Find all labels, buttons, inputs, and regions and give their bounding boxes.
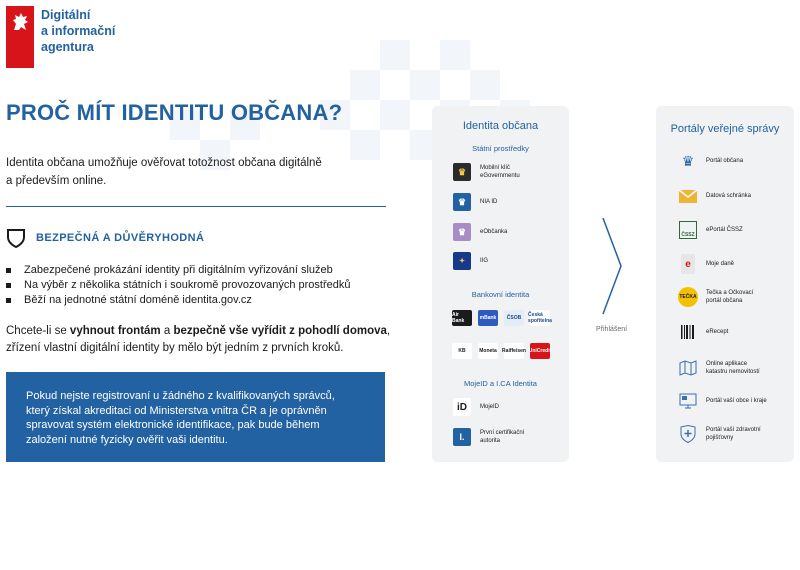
list-item: Na výběr z několika státních i soukromě …	[6, 278, 396, 293]
bank-logo-ceska-sporitelna[interactable]: Česká spořitelna	[528, 310, 552, 326]
portal-item-obec-kraj[interactable]: Portál vaší obce i kraje	[678, 391, 767, 411]
logo-line-2: a informační	[41, 24, 116, 38]
identity-item-iig[interactable]: ✦ IIG	[453, 252, 488, 270]
section-header: BEZPEČNÁ A DŮVĚRYHODNÁ	[6, 228, 204, 248]
portal-item-portal-obcana[interactable]: ♛ Portál občana	[678, 151, 743, 171]
lion-icon: ♛	[681, 152, 695, 169]
portals-card-title: Portály veřejné správy	[670, 123, 780, 135]
chevron-right-icon	[602, 217, 622, 315]
benefit-list: Zabezpečené prokázání identity při digit…	[6, 263, 396, 308]
identity-card-title: Identita občana	[462, 120, 539, 132]
portal-item-pojistovna[interactable]: Portál vaší zdravotní pojišťovny	[678, 424, 761, 444]
portal-item-eportal-cssz[interactable]: ČSSZ ePortál ČSSZ	[678, 220, 743, 240]
tecka-icon: TEČKA	[678, 287, 698, 307]
list-item: Zabezpečené prokázání identity při digit…	[6, 263, 396, 278]
nia-id-icon: ♛	[453, 193, 471, 211]
dia-logo[interactable]: Digitální a informační agentura	[6, 6, 115, 68]
intro-line-1: Identita občana umožňuje ověřovat totožn…	[6, 157, 322, 169]
ica-icon: I.	[453, 428, 471, 446]
bank-logo-unicredit[interactable]: UniCredit	[529, 343, 551, 359]
mobile-key-icon: ♛	[453, 163, 471, 181]
map-icon	[678, 358, 698, 378]
envelope-icon	[678, 186, 698, 206]
logo-line-1: Digitální	[41, 8, 91, 22]
monitor-icon	[678, 391, 698, 411]
portal-item-datova-schranka[interactable]: Datová schránka	[678, 186, 751, 206]
cta-paragraph: Chcete-li se vyhnout frontám a bezpečně …	[6, 325, 391, 354]
mojeid-heading: MojeID a I.CA Identita	[464, 379, 537, 388]
state-means-heading: Státní prostředky	[472, 144, 529, 153]
bank-logo-mbank[interactable]: mBank	[478, 310, 498, 326]
bank-logo-csob[interactable]: ČSOB	[504, 310, 524, 326]
portal-item-erecept[interactable]: eRecept	[678, 322, 728, 342]
barcode-icon	[678, 322, 698, 342]
registration-notice: Pokud nejste registrovaní u žádného z kv…	[6, 372, 385, 462]
login-label: Přihlášení	[596, 326, 628, 333]
shield-icon	[7, 229, 25, 248]
tax-icon: e	[678, 254, 698, 274]
bank-logo-airbank[interactable]: Air Bank	[452, 310, 472, 326]
portal-item-tecka[interactable]: TEČKA Tečka a Očkovací portál občana	[678, 287, 753, 307]
logo-line-3: agentura	[41, 40, 94, 54]
divider	[6, 206, 386, 207]
portal-item-katastr[interactable]: Online aplikace katastru nemovitostí	[678, 358, 760, 378]
bank-logo-kb[interactable]: KB	[452, 343, 472, 359]
portal-item-moje-dane[interactable]: e Moje daně	[678, 254, 734, 274]
identity-item-mobile-key[interactable]: ♛ Mobilní klíč eGovernmentu	[453, 163, 520, 181]
cssz-icon: ČSSZ	[678, 220, 698, 240]
identity-item-nia-id[interactable]: ♛ NIA ID	[453, 193, 497, 211]
bank-identity-heading: Bankovní identita	[471, 290, 530, 299]
eobcanka-icon: ♛	[453, 223, 471, 241]
page-title: PROČ MÍT IDENTITU OBČANA?	[6, 100, 343, 125]
section-title: BEZPEČNÁ A DŮVĚRYHODNÁ	[36, 232, 205, 244]
identity-item-mojeid[interactable]: iD MojeID	[453, 398, 499, 416]
mojeid-icon: iD	[453, 398, 471, 416]
health-shield-icon	[678, 424, 698, 444]
intro-text: Identita občana umožňuje ověřovat totožn…	[6, 154, 386, 190]
bank-logo-moneta[interactable]: Moneta	[478, 343, 498, 359]
lion-emblem-icon	[6, 6, 34, 68]
identity-item-ica[interactable]: I. První certifikační autorita	[453, 428, 524, 446]
intro-line-2: a především online.	[6, 175, 107, 187]
bank-logo-raiffeisen[interactable]: Raiffeisen	[502, 343, 526, 359]
eu-flag-icon: ✦	[453, 252, 471, 270]
identity-item-eobcanka[interactable]: ♛ eObčanka	[453, 223, 507, 241]
list-item: Běží na jednotné státní doméně identita.…	[6, 293, 396, 308]
